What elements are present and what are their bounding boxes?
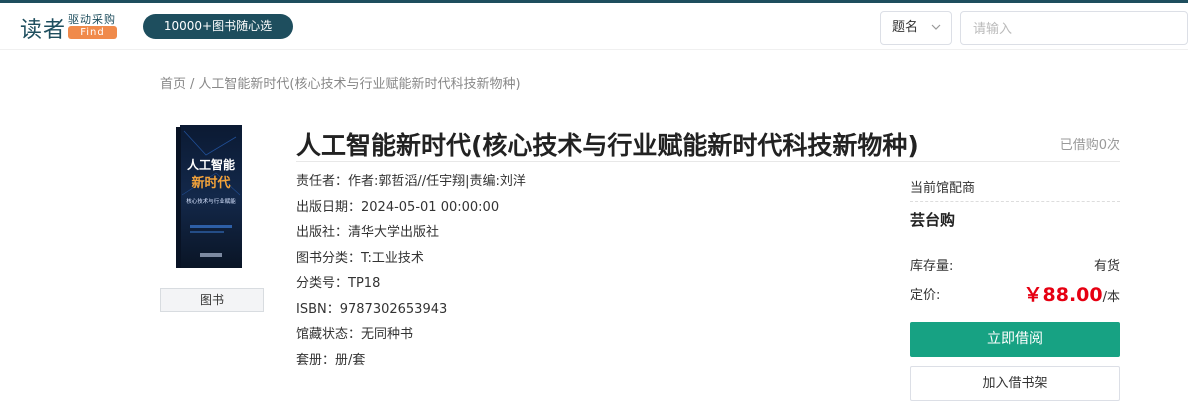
detail-row-classno: 分类号：TP18 <box>296 274 526 300</box>
book-details: 责任者：作者:郭哲滔//任宇翔|责编:刘洋 出版日期：2024-05-01 00… <box>296 172 526 376</box>
detail-value: 2024-05-01 00:00:00 <box>361 199 500 215</box>
vendor-panel: 当前馆配商 芸台购 <box>910 177 1120 230</box>
stock-label: 库存量: <box>910 259 954 274</box>
detail-label: 图书分类： <box>296 250 362 266</box>
price-label: 定价: <box>910 288 941 303</box>
cover-title-line2: 新时代 <box>191 175 230 191</box>
detail-row-category: 图书分类：T:工业技术 <box>296 249 526 275</box>
book-type-label: 图书 <box>160 288 264 312</box>
price-value: ￥88.00 <box>1023 284 1103 306</box>
borrow-now-button[interactable]: 立即借阅 <box>910 322 1120 357</box>
book-title: 人工智能新时代(核心技术与行业赋能新时代科技新物种) <box>296 131 919 160</box>
stock-row: 库存量: 有货 <box>910 255 1120 274</box>
borrow-count: 已借购0次 <box>1059 138 1120 153</box>
detail-value: 无同种书 <box>361 327 414 342</box>
chevron-down-icon <box>931 12 941 57</box>
detail-row-holding: 馆藏状态：无同种书 <box>296 325 526 351</box>
breadcrumb: 首页 / 人工智能新时代(核心技术与行业赋能新时代科技新物种) <box>160 73 521 92</box>
detail-value: 册/套 <box>335 352 366 368</box>
detail-label: 出版日期： <box>296 199 362 215</box>
detail-row-publisher: 出版社：清华大学出版社 <box>296 223 526 249</box>
promo-pill-button[interactable]: 10000+图书随心选 <box>143 14 293 39</box>
detail-value: 9787302653943 <box>339 301 448 317</box>
price-value-group: ￥88.00/本 <box>1024 280 1121 307</box>
search-input[interactable] <box>960 11 1188 45</box>
detail-value: 清华大学出版社 <box>348 225 440 240</box>
stock-value: 有货 <box>1093 259 1120 274</box>
header: 读者 驱动采购 Find 10000+图书随心选 题名 <box>0 3 1188 50</box>
breadcrumb-separator: / <box>190 77 195 92</box>
detail-label: 馆藏状态： <box>296 327 362 342</box>
detail-label: 出版社： <box>296 225 349 240</box>
detail-label: 套册： <box>296 352 336 368</box>
breadcrumb-home-link[interactable]: 首页 <box>160 77 186 92</box>
detail-row-author: 责任者：作者:郭哲滔//任宇翔|责编:刘洋 <box>296 172 526 198</box>
logo-find-badge: Find <box>68 26 117 39</box>
detail-label: 分类号： <box>296 276 349 291</box>
detail-row-set: 套册：册/套 <box>296 351 526 377</box>
cover-title-line1: 人工智能 <box>187 157 235 172</box>
vendor-divider <box>910 201 1120 202</box>
detail-value: TP18 <box>348 276 381 291</box>
detail-value: 作者:郭哲滔//任宇翔|责编:刘洋 <box>348 174 526 189</box>
detail-label: 责任者： <box>296 174 349 189</box>
vendor-name: 芸台购 <box>910 211 956 229</box>
detail-label: ISBN： <box>296 301 340 317</box>
detail-value: T:工业技术 <box>361 250 424 266</box>
search-type-value: 题名 <box>892 20 919 35</box>
breadcrumb-current: 人工智能新时代(核心技术与行业赋能新时代科技新物种) <box>198 77 521 92</box>
logo-main-text[interactable]: 读者 <box>20 12 66 44</box>
add-to-shelf-button[interactable]: 加入借书架 <box>910 366 1120 401</box>
vendor-label: 当前馆配商 <box>910 181 976 196</box>
search-type-select[interactable]: 题名 <box>880 11 952 45</box>
title-divider <box>296 161 1120 162</box>
detail-row-pubdate: 出版日期：2024-05-01 00:00:00 <box>296 198 526 224</box>
price-unit: /本 <box>1102 290 1120 305</box>
price-row: 定价: ￥88.00/本 <box>910 280 1121 307</box>
cover-subtitle: 核心技术与行业赋能 <box>186 197 236 205</box>
detail-row-isbn: ISBN：9787302653943 <box>296 300 526 326</box>
logo-sub-text: 驱动采购 <box>68 13 116 26</box>
book-cover-image: 人工智能 新时代 核心技术与行业赋能 <box>176 125 246 270</box>
